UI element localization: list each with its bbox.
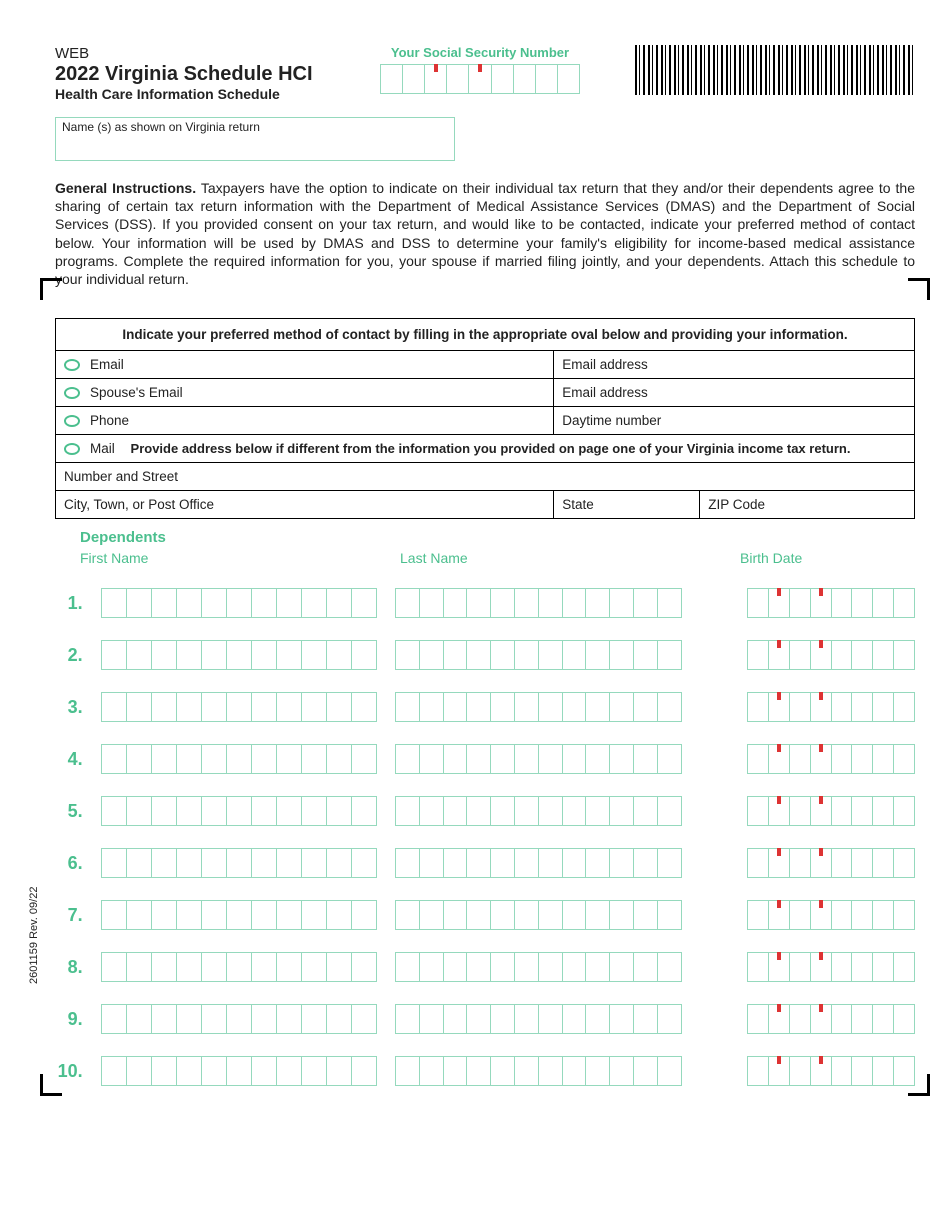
comb-input[interactable] [101,640,377,670]
mail-label: Mail [90,441,115,456]
barcode [635,45,915,95]
dependent-row: 3. [55,692,915,722]
row-number: 8. [55,957,83,978]
comb-input[interactable] [395,640,681,670]
contact-heading: Indicate your preferred method of contac… [56,319,915,351]
comb-input[interactable] [395,1056,681,1086]
dependent-row: 2. [55,640,915,670]
phone-field[interactable]: Daytime number [554,407,915,435]
name-label: Name (s) as shown on Virginia return [62,120,260,134]
col-first-name: First Name [80,550,400,566]
row-number: 4. [55,749,83,770]
contact-option-spouse-email[interactable]: Spouse's Email [56,379,554,407]
dependent-row: 7. [55,900,915,930]
row-number: 6. [55,853,83,874]
comb-input[interactable] [101,796,377,826]
birthdate-input[interactable] [747,1056,915,1086]
crop-mark-tr [908,278,930,300]
revision-text: 2601159 Rev. 09/22 [28,887,40,984]
dependents-heading: Dependents [55,529,915,546]
street-field[interactable]: Number and Street [56,463,915,491]
comb-input[interactable] [395,952,681,982]
comb-input[interactable] [101,1004,377,1034]
comb-input[interactable] [395,588,681,618]
row-number: 3. [55,697,83,718]
oval-icon [64,415,80,427]
birthdate-input[interactable] [747,692,915,722]
comb-input[interactable] [101,900,377,930]
general-instructions: General Instructions. Taxpayers have the… [55,179,915,288]
birthdate-input[interactable] [747,640,915,670]
state-field[interactable]: State [554,491,700,519]
birthdate-input[interactable] [747,588,915,618]
oval-icon [64,443,80,455]
ssn-input[interactable] [380,64,580,94]
email-label: Email [90,357,124,372]
oval-icon [64,359,80,371]
mail-note: Provide address below if different from … [119,441,851,456]
zip-field[interactable]: ZIP Code [700,491,915,519]
row-number: 9. [55,1009,83,1030]
birthdate-input[interactable] [747,848,915,878]
birthdate-input[interactable] [747,1004,915,1034]
birthdate-input[interactable] [747,900,915,930]
spouse-email-label: Spouse's Email [90,385,183,400]
oval-icon [64,387,80,399]
dependent-row: 1. [55,588,915,618]
col-last-name: Last Name [400,550,740,566]
comb-input[interactable] [395,744,681,774]
crop-mark-bl [40,1074,62,1096]
instructions-lead: General Instructions. [55,180,196,196]
comb-input[interactable] [101,848,377,878]
spouse-email-field[interactable]: Email address [554,379,915,407]
comb-input[interactable] [395,692,681,722]
comb-input[interactable] [395,1004,681,1034]
comb-input[interactable] [101,952,377,982]
name-input[interactable]: Name (s) as shown on Virginia return [55,117,455,161]
birthdate-input[interactable] [747,744,915,774]
contact-option-mail[interactable]: Mail Provide address below if different … [56,435,915,463]
contact-option-email[interactable]: Email [56,351,554,379]
row-number: 5. [55,801,83,822]
comb-input[interactable] [101,1056,377,1086]
row-number: 2. [55,645,83,666]
birthdate-input[interactable] [747,952,915,982]
dependent-row: 4. [55,744,915,774]
dependent-row: 10. [55,1056,915,1086]
dependent-row: 8. [55,952,915,982]
web-label: WEB [55,45,355,62]
ssn-label: Your Social Security Number [375,45,585,60]
comb-input[interactable] [101,588,377,618]
row-number: 1. [55,593,83,614]
contact-option-phone[interactable]: Phone [56,407,554,435]
city-field[interactable]: City, Town, or Post Office [56,491,554,519]
crop-mark-br [908,1074,930,1096]
comb-input[interactable] [395,848,681,878]
birthdate-input[interactable] [747,796,915,826]
comb-input[interactable] [395,900,681,930]
phone-label: Phone [90,413,129,428]
email-field[interactable]: Email address [554,351,915,379]
dependent-row: 5. [55,796,915,826]
dependent-row: 9. [55,1004,915,1034]
crop-mark-tl [40,278,62,300]
form-subtitle: Health Care Information Schedule [55,86,355,102]
row-number: 7. [55,905,83,926]
instructions-body: Taxpayers have the option to indicate on… [55,180,915,287]
comb-input[interactable] [101,744,377,774]
form-title: 2022 Virginia Schedule HCI [55,62,355,86]
col-birth-date: Birth Date [740,550,915,566]
comb-input[interactable] [101,692,377,722]
comb-input[interactable] [395,796,681,826]
dependent-row: 6. [55,848,915,878]
